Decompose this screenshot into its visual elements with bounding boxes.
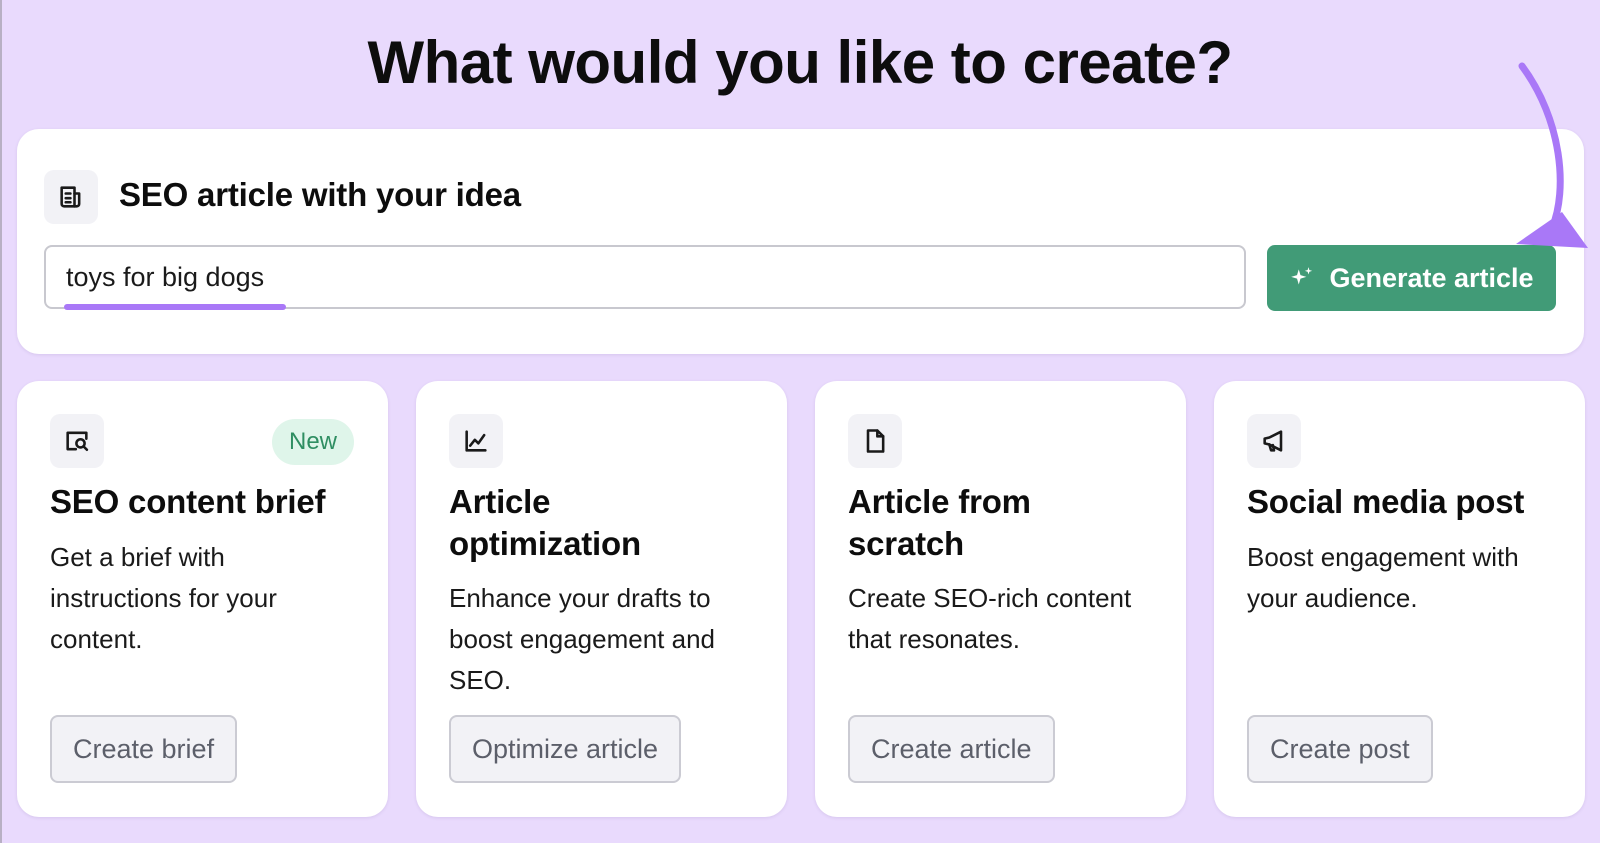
optimize-article-button[interactable]: Optimize article [449,715,682,783]
sparkle-icon [1289,265,1315,291]
chart-line-icon [449,414,503,468]
create-article-button[interactable]: Create article [848,715,1055,783]
generate-article-button[interactable]: Generate article [1267,245,1556,311]
generate-article-label: Generate article [1329,262,1534,293]
search-document-icon [50,414,104,468]
new-badge: New [272,419,354,465]
seo-article-title: SEO article with your idea [119,176,521,213]
seo-article-panel: SEO article with your idea Generate arti… [17,129,1584,354]
card-seo-content-brief: New SEO content brief Get a brief with i… [17,381,388,817]
card-title: Article from scratch [848,483,1031,562]
card-title: SEO content brief [50,483,326,520]
card-title: Social media post [1247,483,1525,520]
card-description: Enhance your drafts to boost engagement … [449,583,715,695]
window-edge [0,0,2,843]
card-title: Article optimization [449,483,641,562]
create-post-button[interactable]: Create post [1247,715,1433,783]
input-highlight-underline [64,304,286,310]
article-icon [44,170,98,224]
idea-input[interactable] [44,245,1246,309]
document-icon [848,414,902,468]
card-article-optimization: Article optimization Enhance your drafts… [416,381,787,817]
page-title: What would you like to create? [367,29,1233,96]
megaphone-icon [1247,414,1301,468]
card-description: Get a brief with instructions for your c… [50,542,277,654]
card-description: Boost engagement with your audience. [1247,542,1519,613]
create-brief-button[interactable]: Create brief [50,715,238,783]
card-social-media-post: Social media post Boost engagement with … [1214,381,1585,817]
card-description: Create SEO-rich content that resonates. [848,583,1132,654]
card-article-from-scratch: Article from scratch Create SEO-rich con… [815,381,1186,817]
